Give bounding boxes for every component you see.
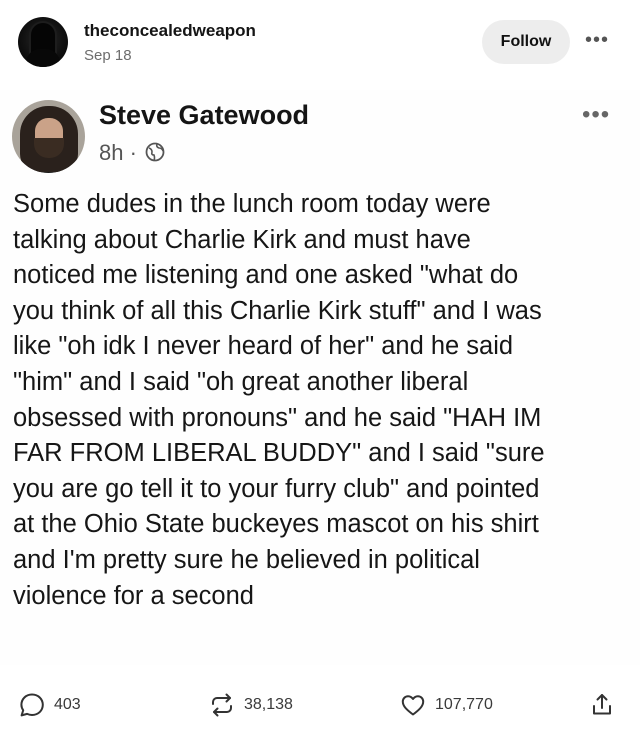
speech-bubble-icon bbox=[20, 693, 44, 717]
globe-icon bbox=[145, 142, 165, 162]
post-card: theconcealedweapon Sep 18 Follow ••• Ste… bbox=[0, 0, 640, 736]
heart-icon bbox=[401, 695, 425, 716]
share-button[interactable] bbox=[588, 688, 616, 722]
more-options-icon[interactable]: ••• bbox=[585, 30, 609, 50]
repost-arrows-icon bbox=[212, 693, 232, 717]
embedded-post-text: Some dudes in the lunch room today were … bbox=[13, 190, 545, 610]
author-avatar[interactable] bbox=[18, 17, 68, 67]
reply-count: 403 bbox=[54, 696, 81, 713]
author-username[interactable]: theconcealedweapon bbox=[84, 21, 256, 41]
repost-count: 38,138 bbox=[244, 696, 293, 713]
like-count: 107,770 bbox=[435, 696, 493, 713]
embedded-author-name: Steve Gatewood bbox=[99, 100, 310, 130]
embedded-author-avatar bbox=[12, 100, 85, 173]
avatar-figure-body bbox=[26, 49, 60, 67]
reply-button[interactable]: 403 bbox=[18, 688, 81, 722]
like-button[interactable]: 107,770 bbox=[399, 688, 493, 722]
post-date: Sep 18 bbox=[84, 47, 132, 64]
follow-button[interactable]: Follow bbox=[482, 20, 570, 64]
embedded-more-icon: ••• bbox=[582, 101, 611, 128]
embedded-post-time: 8h · bbox=[99, 140, 137, 165]
embedded-screenshot[interactable]: Steve Gatewood 8h · ••• Some dudes in th… bbox=[0, 90, 640, 665]
share-upload-icon bbox=[593, 694, 611, 715]
repost-button[interactable]: 38,138 bbox=[208, 688, 293, 722]
